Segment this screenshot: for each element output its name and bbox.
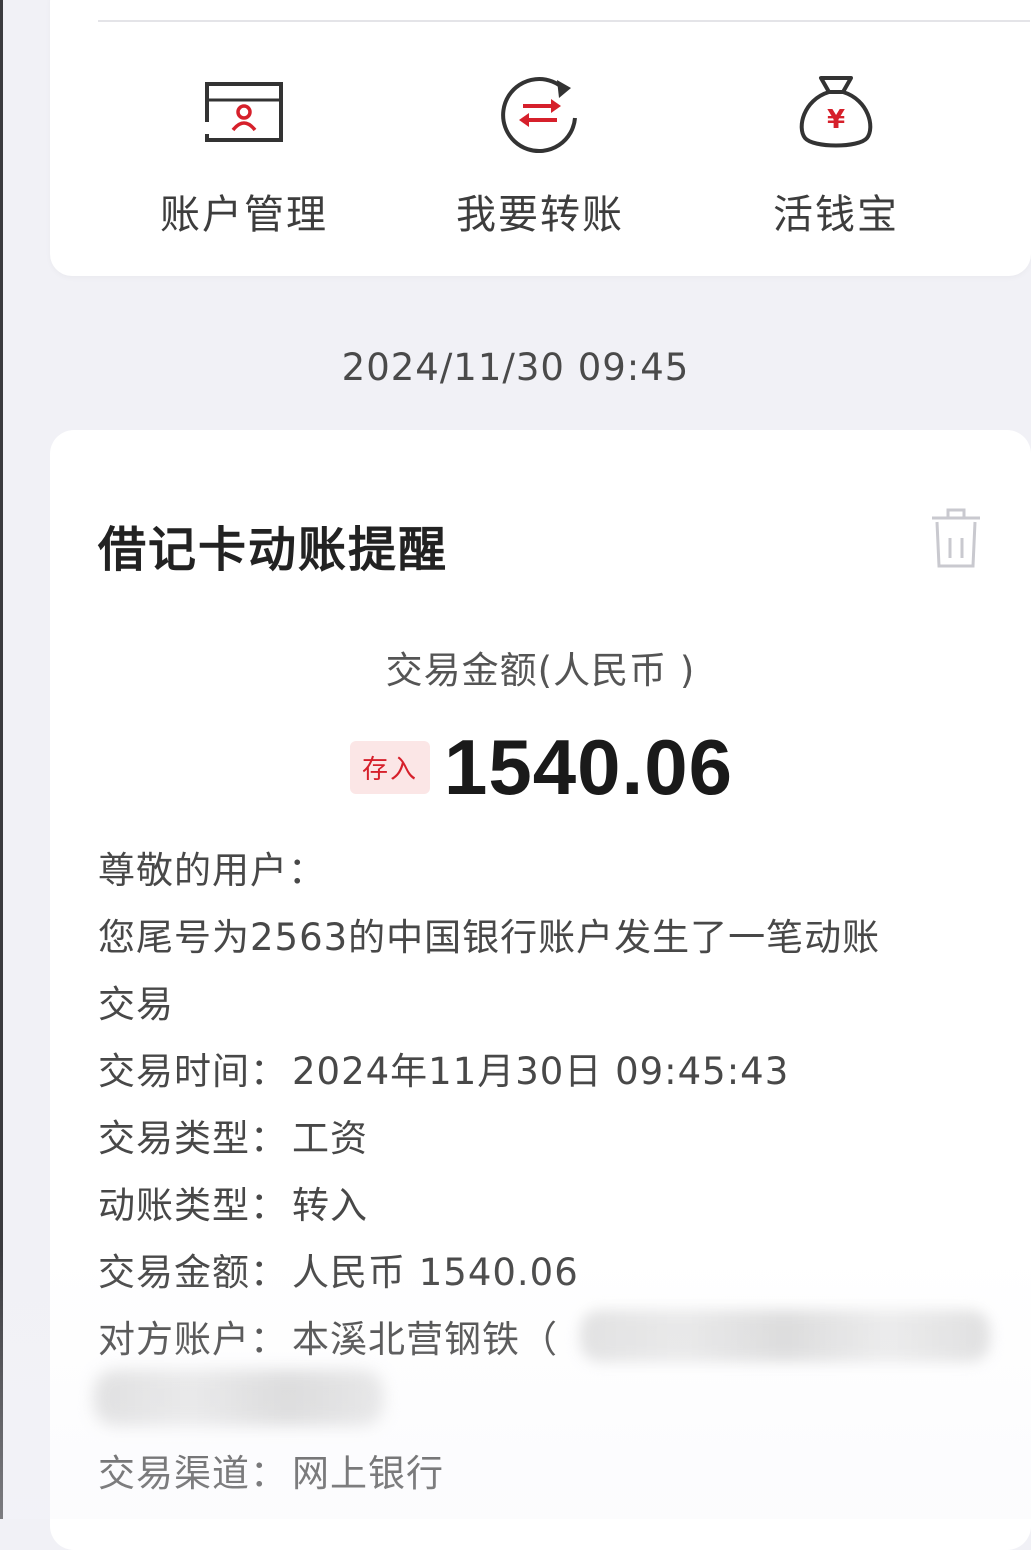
account-management-button[interactable]: 账户管理 — [144, 70, 344, 240]
greeting: 尊敬的用户： — [98, 849, 326, 892]
detail-counterparty-account: 对方账户： 本溪北营钢铁（ — [98, 1309, 558, 1363]
amount-row: 存入 1540.06 — [350, 722, 733, 812]
divider — [98, 20, 1030, 22]
amount-value: 1540.06 — [444, 722, 733, 811]
detail-value: 工资 — [292, 1117, 368, 1160]
quick-actions-card: 账户管理 我要转账 ¥ 活钱宝 — [50, 0, 1031, 276]
detail-value: 转入 — [292, 1184, 368, 1227]
account-management-label: 账户管理 — [160, 192, 328, 238]
detail-transaction-type: 交易类型： 工资 — [98, 1108, 368, 1162]
redacted-account-blur — [580, 1310, 990, 1362]
transfer-icon — [501, 77, 577, 154]
detail-value: 人民币 1540.06 — [292, 1251, 579, 1294]
left-edge — [0, 0, 3, 1519]
detail-key: 交易类型： — [98, 1117, 288, 1160]
transfer-label: 我要转账 — [456, 192, 624, 238]
redacted-account-blur — [94, 1370, 384, 1426]
detail-key: 交易时间： — [98, 1050, 288, 1093]
detail-key: 动账类型： — [98, 1184, 288, 1227]
account-card-icon — [203, 82, 283, 142]
svg-text:¥: ¥ — [827, 105, 845, 135]
detail-key: 交易金额： — [98, 1251, 288, 1294]
wealth-treasure-label: 活钱宝 — [773, 192, 899, 238]
message-line-2: 交易 — [98, 983, 174, 1026]
deposit-badge: 存入 — [350, 740, 431, 794]
message-line-1: 您尾号为2563的中国银行账户发生了一笔动账 — [98, 916, 881, 959]
detail-movement-type: 动账类型： 转入 — [98, 1175, 368, 1229]
notice-title: 借记卡动账提醒 — [98, 522, 449, 578]
wealth-treasure-button[interactable]: ¥ 活钱宝 — [736, 70, 936, 240]
detail-value: 网上银行 — [292, 1452, 444, 1495]
debit-card-notice-card: 借记卡动账提醒 交易金额(人民币 ) 存入 1540.06 尊敬的用户： 您尾号… — [50, 430, 1031, 1550]
amount-caption: 交易金额(人民币 ) — [385, 649, 696, 692]
detail-key: 对方账户： — [98, 1318, 288, 1361]
trash-icon[interactable] — [928, 508, 984, 570]
detail-transaction-channel: 交易渠道： 网上银行 — [98, 1443, 444, 1497]
money-bag-icon: ¥ — [799, 76, 873, 148]
detail-value: 2024年11月30日 09:45:43 — [292, 1050, 790, 1093]
detail-transaction-amount: 交易金额： 人民币 1540.06 — [98, 1242, 579, 1296]
detail-value: 本溪北营钢铁（ — [292, 1318, 558, 1361]
message-timestamp: 2024/11/30 09:45 — [341, 346, 690, 389]
detail-transaction-time: 交易时间： 2024年11月30日 09:45:43 — [98, 1041, 789, 1095]
detail-key: 交易渠道： — [98, 1452, 288, 1495]
transfer-button[interactable]: 我要转账 — [440, 70, 640, 240]
